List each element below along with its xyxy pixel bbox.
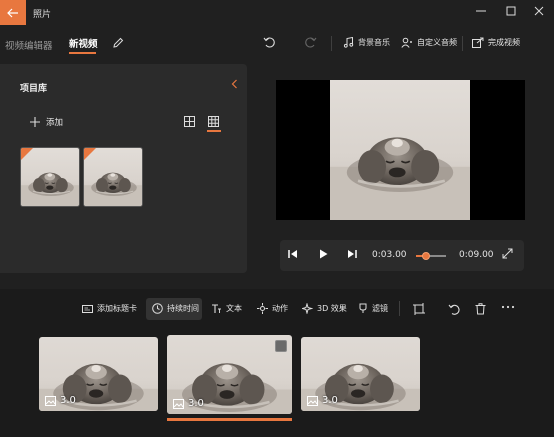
skip-back-icon — [288, 250, 297, 258]
storyboard-clip-selected[interactable]: 3.0 — [167, 335, 292, 414]
rename-button[interactable] — [112, 37, 124, 49]
redo-icon — [305, 37, 317, 48]
header-divider — [462, 36, 463, 51]
filters-button[interactable]: 滤镜 — [358, 303, 388, 314]
clip-duration-value: 3.0 — [60, 395, 76, 406]
fullscreen-button[interactable] — [502, 248, 513, 259]
clip-duration-value: 3.0 — [188, 398, 204, 409]
breadcrumb-video-editor[interactable]: 视频编辑器 — [5, 38, 53, 52]
person-audio-icon — [401, 37, 412, 48]
motion-label: 动作 — [272, 304, 288, 313]
text-button[interactable]: 文本 — [211, 303, 242, 314]
trash-icon — [475, 303, 486, 315]
crop-icon — [413, 303, 425, 315]
crop-button[interactable] — [413, 303, 425, 315]
minimize-button[interactable] — [466, 0, 496, 22]
skip-back-button[interactable] — [287, 248, 299, 260]
close-icon — [534, 6, 544, 16]
in-use-marker — [84, 148, 96, 160]
background-music-button[interactable]: 背景音乐 — [343, 37, 390, 48]
title-card-icon — [82, 304, 93, 313]
clip-select-checkbox[interactable] — [275, 340, 287, 352]
single-view-button[interactable] — [184, 116, 195, 127]
delete-button[interactable] — [475, 303, 486, 315]
current-time: 0:03.00 — [372, 250, 407, 260]
image-icon — [307, 395, 318, 406]
dog-photo — [330, 80, 470, 220]
back-button[interactable] — [0, 0, 26, 25]
skip-forward-icon — [348, 250, 357, 258]
filters-label: 滤镜 — [372, 304, 388, 313]
image-icon — [45, 395, 56, 406]
grid-view-button[interactable] — [208, 116, 219, 127]
preview-frame — [330, 80, 470, 220]
add-title-card-button[interactable]: 添加标题卡 — [82, 303, 137, 314]
duration-button[interactable]: 持续时间 — [152, 303, 199, 314]
minimize-icon — [476, 10, 486, 12]
clip-duration-value: 3.0 — [322, 395, 338, 406]
rotate-button[interactable] — [448, 303, 460, 315]
collapse-library-button[interactable] — [231, 79, 239, 89]
grid-view-active-indicator — [207, 130, 221, 132]
music-note-icon — [343, 37, 354, 48]
maximize-button[interactable] — [496, 0, 526, 22]
library-title: 项目库 — [20, 84, 48, 94]
finish-video-button[interactable]: 完成视频 — [472, 37, 520, 48]
breadcrumb-active-indicator — [69, 52, 96, 54]
undo-icon — [263, 37, 275, 48]
more-options-button[interactable] — [501, 301, 515, 313]
3d-effects-label: 3D 效果 — [317, 304, 347, 313]
breadcrumb-new-video[interactable]: 新视频 — [69, 36, 98, 50]
motion-button[interactable]: 动作 — [257, 303, 288, 314]
grid-view-icon — [208, 116, 219, 127]
motion-icon — [257, 303, 268, 314]
header-divider — [331, 36, 332, 51]
library-media-thumbnail[interactable] — [20, 147, 80, 207]
rotate-icon — [448, 304, 460, 315]
clock-icon — [152, 303, 163, 314]
maximize-icon — [506, 6, 516, 16]
redo-button[interactable] — [304, 36, 317, 49]
clip-duration: 3.0 — [173, 398, 204, 409]
single-view-icon — [184, 116, 195, 127]
filter-icon — [359, 303, 367, 313]
add-media-button[interactable]: 添加 — [30, 116, 63, 128]
plus-icon — [30, 117, 40, 127]
storyboard-divider — [399, 301, 400, 316]
clip-duration: 3.0 — [307, 395, 338, 406]
app-title: 照片 — [33, 10, 52, 20]
undo-button[interactable] — [263, 36, 276, 49]
storyboard-clip[interactable]: 3.0 — [39, 337, 158, 411]
selected-clip-indicator — [167, 418, 292, 421]
image-icon — [173, 398, 184, 409]
custom-audio-button[interactable]: 自定义音频 — [401, 37, 457, 48]
scrub-handle[interactable] — [421, 252, 430, 260]
add-media-label: 添加 — [46, 118, 64, 128]
add-title-card-label: 添加标题卡 — [97, 304, 137, 313]
share-export-icon — [472, 37, 484, 48]
close-button[interactable] — [524, 0, 554, 22]
background-music-label: 背景音乐 — [358, 38, 390, 47]
play-button[interactable] — [317, 248, 329, 260]
in-use-marker — [21, 148, 33, 160]
custom-audio-label: 自定义音频 — [417, 38, 457, 47]
pencil-icon — [113, 37, 124, 48]
play-icon — [320, 249, 328, 259]
text-icon — [212, 304, 221, 313]
chevron-left-icon — [231, 79, 237, 89]
sparkle-icon — [302, 303, 313, 314]
arrow-left-icon — [7, 8, 18, 17]
text-label: 文本 — [226, 304, 242, 313]
total-time: 0:09.00 — [459, 250, 494, 260]
clip-duration: 3.0 — [45, 395, 76, 406]
skip-forward-button[interactable] — [346, 248, 358, 260]
duration-label: 持续时间 — [167, 304, 199, 313]
finish-video-label: 完成视频 — [488, 38, 520, 47]
more-icon — [501, 305, 515, 309]
3d-effects-button[interactable]: 3D 效果 — [302, 303, 347, 314]
library-media-thumbnail[interactable] — [83, 147, 143, 207]
expand-icon — [502, 248, 513, 259]
storyboard-clip[interactable]: 3.0 — [301, 337, 420, 411]
